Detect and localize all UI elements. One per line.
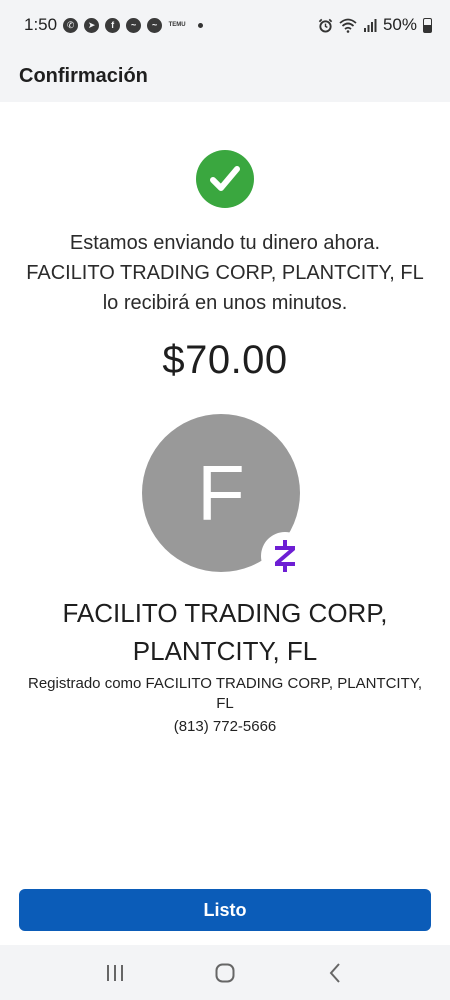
app-header: Confirmación — [0, 50, 450, 102]
battery-icon — [423, 17, 432, 33]
temu-icon: TEMU — [168, 22, 186, 28]
checkmark-icon — [210, 166, 240, 191]
recipient-phone: (813) 772-5666 — [173, 718, 277, 735]
wifi-icon — [339, 18, 357, 33]
status-bar-left: 1:50 ✆ ➤ f ~ ~ TEMU — [24, 15, 204, 35]
back-button[interactable] — [315, 953, 355, 993]
status-time: 1:50 — [24, 15, 58, 34]
page-title: Confirmación — [19, 64, 148, 87]
recent-apps-icon — [107, 964, 123, 981]
status-bar-right: 50% — [318, 15, 432, 35]
status-bar: 1:50 ✆ ➤ f ~ ~ TEMU 50% — [0, 0, 450, 50]
message-line: FACILITO TRADING CORP, PLANTCITY, FL — [26, 262, 424, 284]
system-nav-bar — [0, 945, 450, 1000]
registered-line: Registrado como FACILITO TRADING CORP, P… — [27, 675, 422, 692]
zelle-logo-icon — [275, 540, 295, 572]
battery-percent: 50% — [382, 15, 417, 34]
message-line: lo recibirá en unos minutos. — [102, 292, 348, 314]
alarm-icon — [318, 18, 333, 33]
recipient-name-line: FACILITO TRADING CORP, — [62, 598, 388, 628]
recent-apps-button[interactable] — [95, 953, 135, 993]
amount: $70.00 — [162, 338, 288, 382]
avatar-initial: F — [197, 448, 245, 537]
registered-line: FL — [216, 695, 234, 712]
recipient-name-line: PLANTCITY, FL — [132, 636, 318, 666]
back-chevron-icon — [329, 962, 340, 983]
message-line: Estamos enviando tu dinero ahora. — [69, 232, 381, 254]
confirmation-message: Estamos enviando tu dinero ahora. FACILI… — [0, 228, 450, 318]
signal-icon — [363, 19, 377, 32]
whatsapp-icon: ✆ — [63, 17, 79, 33]
facebook-icon: f — [105, 17, 121, 33]
registered-as: Registrado como FACILITO TRADING CORP, P… — [0, 674, 450, 714]
home-button[interactable] — [205, 953, 245, 993]
telegram-icon: ➤ — [84, 17, 100, 33]
done-button[interactable]: Listo — [19, 889, 431, 931]
home-icon — [215, 963, 235, 982]
messenger-icon: ~ — [147, 17, 163, 33]
messenger-icon: ~ — [126, 17, 142, 33]
notification-dot-icon — [198, 22, 204, 28]
recipient-name: FACILITO TRADING CORP, PLANTCITY, FL — [0, 594, 450, 670]
check-circle-icon — [196, 150, 254, 208]
zelle-icon — [261, 532, 309, 580]
